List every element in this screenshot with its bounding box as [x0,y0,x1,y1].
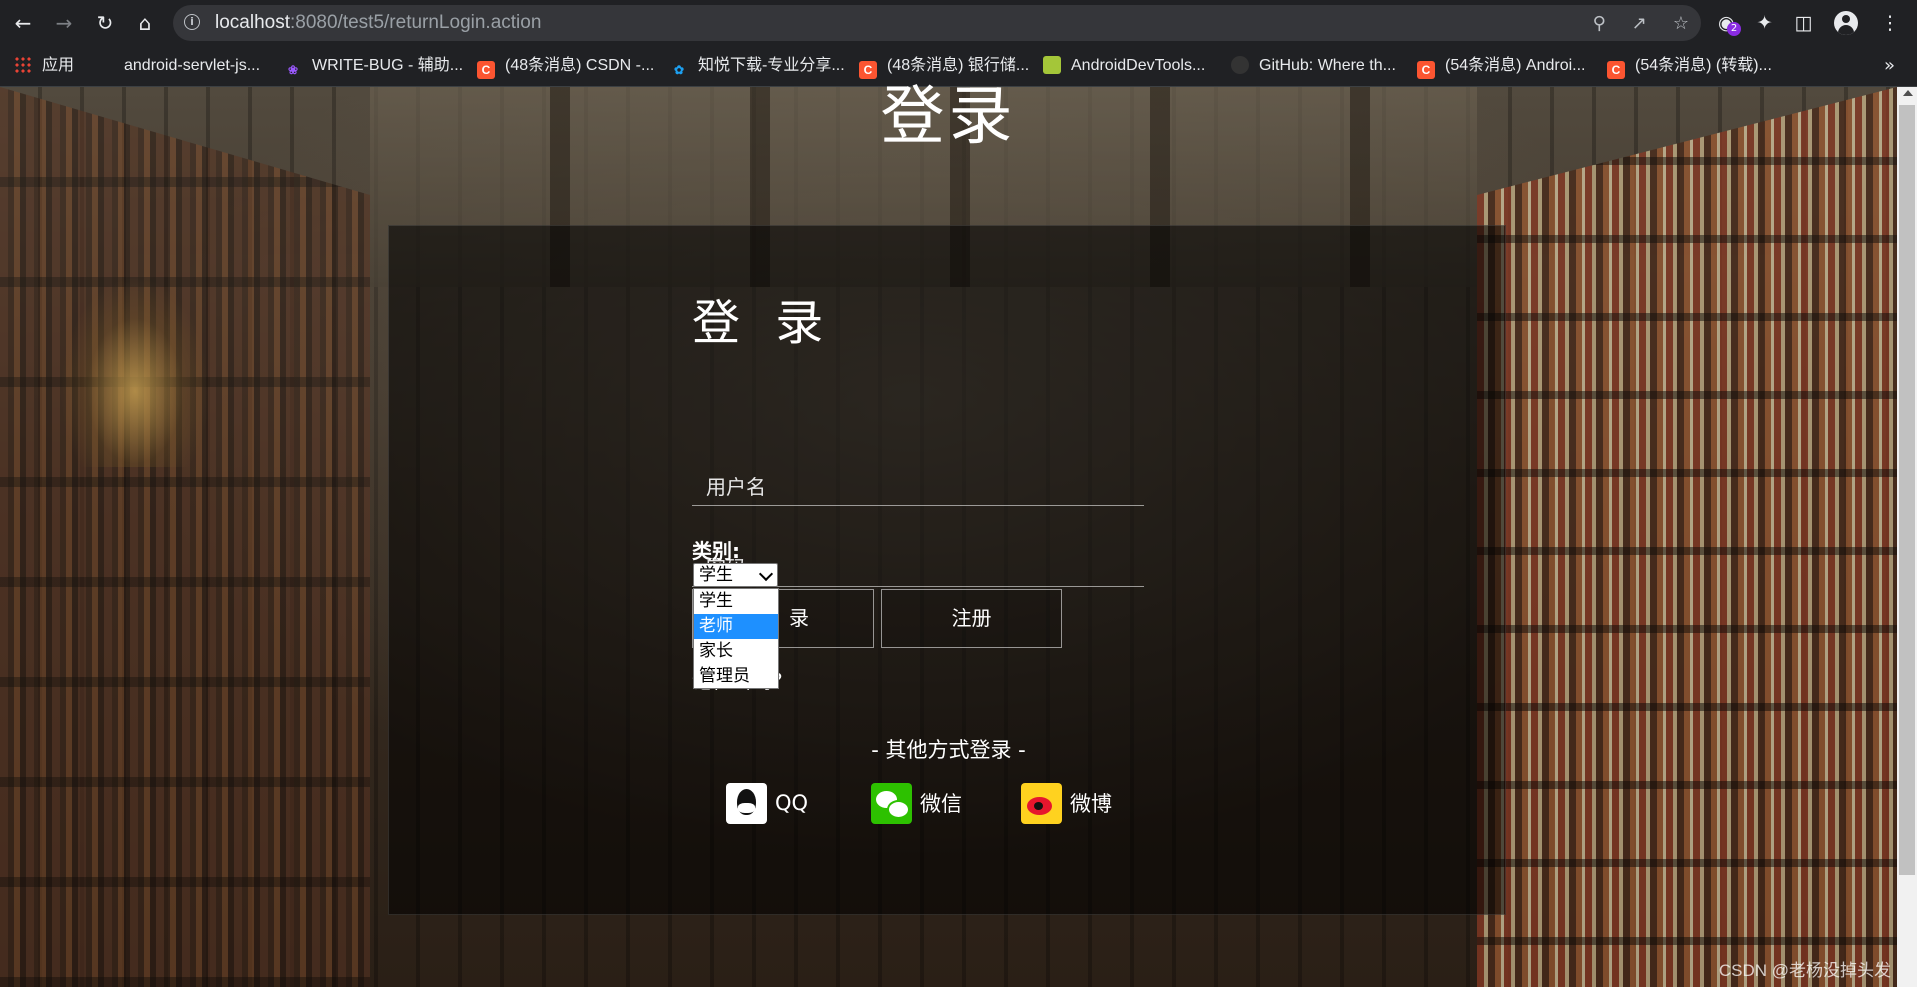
url-text[interactable]: localhost:8080/test5/returnLogin.action [215,5,541,41]
register-button[interactable]: 注册 [881,589,1062,648]
share-icon[interactable]: ↗ [1632,13,1647,34]
chevron-down-icon [758,566,774,582]
address-bar[interactable]: i localhost:8080/test5/returnLogin.actio… [173,5,1701,41]
category-select[interactable]: 学生 [693,563,778,587]
weibo-icon [1021,782,1062,824]
wechat-login-button[interactable]: 微信 [871,782,962,824]
qq-login-button[interactable]: QQ [726,782,808,824]
wechat-icon [871,782,912,824]
form-title: 登 录 [692,295,834,351]
option-admin[interactable]: 管理员 [694,664,778,689]
url-path: :8080/test5/returnLogin.action [290,12,542,33]
back-arrow-icon[interactable]: ← [9,9,37,37]
weibo-label: 微博 [1070,792,1112,816]
browser-toolbar: ← → ↻ ⌂ i localhost:8080/test5/returnLog… [0,0,1917,46]
forward-arrow-icon[interactable]: → [50,9,78,37]
category-label: 类别: [692,539,740,563]
weibo-login-button[interactable]: 微博 [1021,782,1112,824]
qq-icon [726,782,767,824]
left-bookshelf-image [0,87,370,987]
site-info-icon[interactable]: i [184,14,200,30]
other-login-title: - 其他方式登录 - [871,738,1026,762]
option-teacher[interactable]: 老师 [694,614,778,639]
bookmark-star-icon[interactable]: ☆ [1673,13,1689,34]
profile-avatar-icon[interactable] [1834,11,1859,35]
csdn-watermark: CSDN @老杨没掉头发 [1718,961,1891,980]
option-student[interactable]: 学生 [694,589,778,614]
chandelier-image [60,277,210,467]
username-input[interactable] [692,468,1144,506]
login-button-label: 录 [789,606,809,630]
reload-icon[interactable]: ↻ [91,9,119,37]
register-button-label: 注册 [951,606,992,630]
extension-badge-count: 2 [1727,22,1741,36]
scrollbar-thumb[interactable] [1899,105,1915,875]
side-panel-icon[interactable]: ◫ [1795,12,1813,34]
category-selected-value: 学生 [699,565,733,585]
zoom-icon[interactable]: ⚲ [1593,13,1606,34]
url-host: localhost [215,12,290,33]
category-dropdown-list: 学生 老师 家长 管理员 [693,588,779,689]
kebab-menu-icon[interactable]: ⋮ [1880,12,1899,34]
wechat-label: 微信 [920,792,962,816]
option-parent[interactable]: 家长 [694,639,778,664]
qq-label: QQ [775,791,809,815]
home-icon[interactable]: ⌂ [131,9,159,37]
puzzle-extensions-icon[interactable]: ✦ [1757,12,1773,34]
scroll-up-arrow-icon[interactable] [1903,90,1913,96]
right-bookshelf-image [1477,87,1897,987]
extension-badge-icon[interactable]: ◉ 2 [1718,12,1741,36]
page-title: 登录 [880,80,1017,154]
